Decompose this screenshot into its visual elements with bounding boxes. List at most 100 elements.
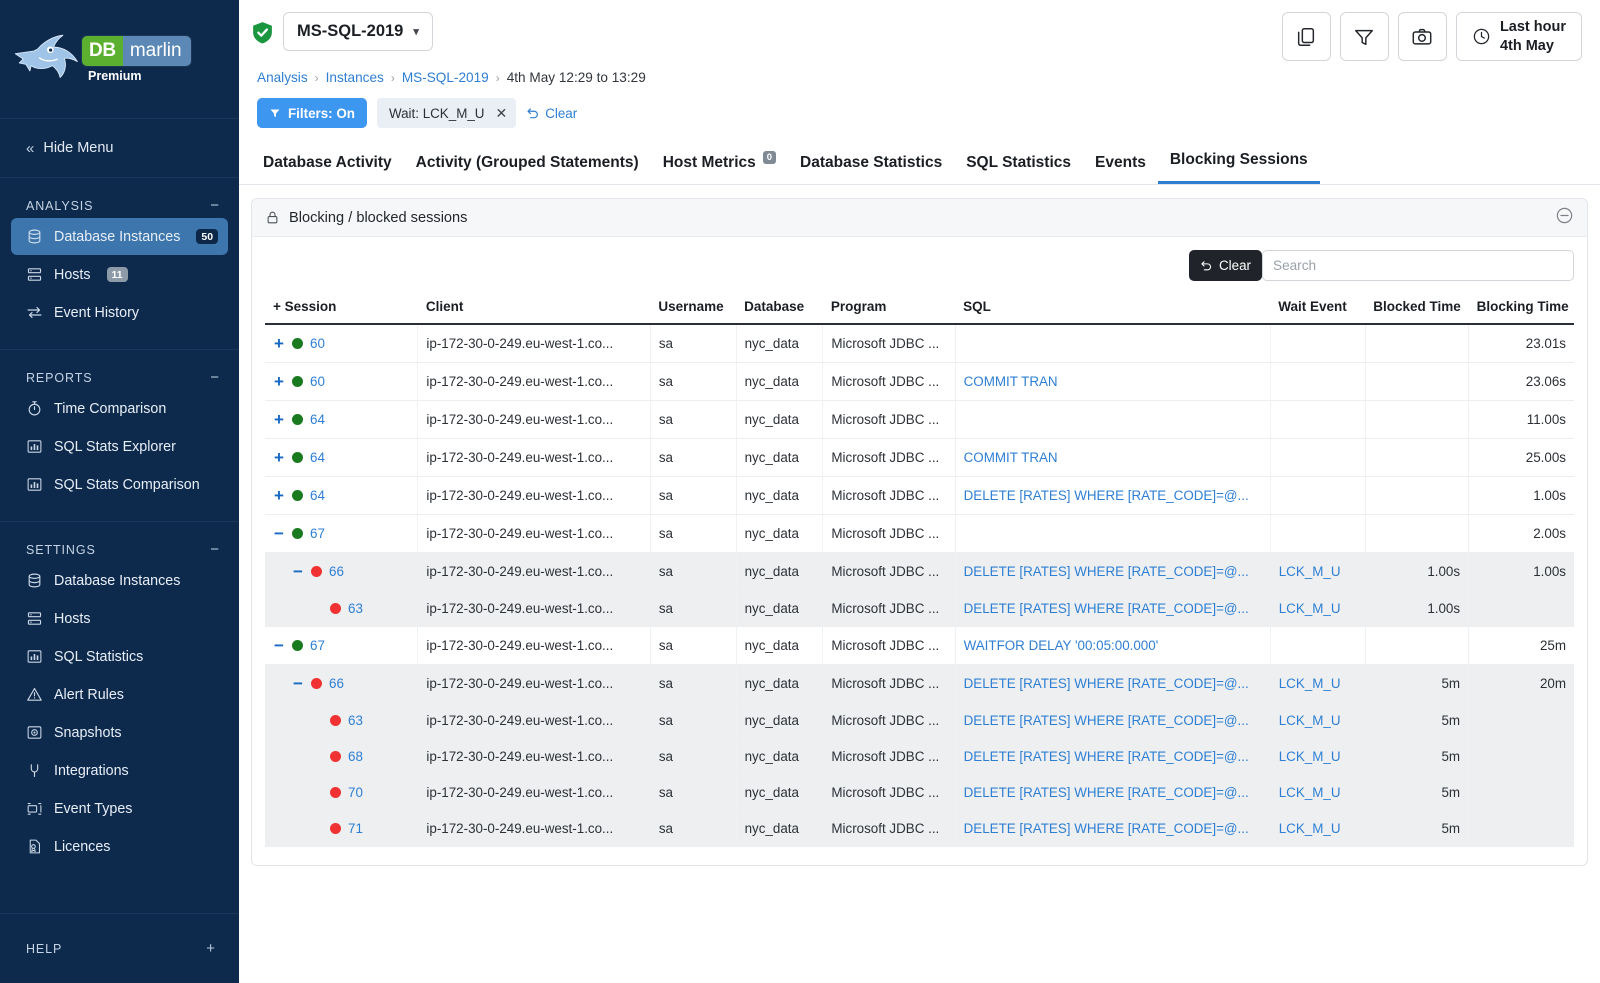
table-row[interactable]: 63ip-172-30-0-249.eu-west-1.co...sanyc_d… (265, 591, 1574, 627)
table-row[interactable]: −67ip-172-30-0-249.eu-west-1.co...sanyc_… (265, 515, 1574, 553)
table-row[interactable]: +64ip-172-30-0-249.eu-west-1.co...sanyc_… (265, 401, 1574, 439)
session-id-link[interactable]: 68 (348, 749, 363, 764)
close-icon[interactable]: ✕ (495, 105, 507, 122)
table-row[interactable]: +60ip-172-30-0-249.eu-west-1.co...sanyc_… (265, 324, 1574, 363)
column-header-session[interactable]: + Session (265, 293, 418, 324)
copy-button[interactable] (1282, 12, 1331, 61)
wait-event-cell[interactable]: LCK_M_U (1270, 775, 1365, 811)
section-collapse-toggle[interactable]: − (210, 198, 223, 213)
table-row[interactable]: 70ip-172-30-0-249.eu-west-1.co...sanyc_d… (265, 775, 1574, 811)
hide-menu-button[interactable]: « Hide Menu (0, 119, 239, 177)
sql-cell[interactable]: DELETE [RATES] WHERE [RATE_CODE]=@... (955, 591, 1270, 627)
sidebar-item-time-comparison[interactable]: Time Comparison (11, 390, 228, 427)
collapse-row-icon[interactable]: − (292, 675, 304, 692)
sidebar-item-event-types[interactable]: Event Types (11, 790, 228, 827)
sidebar-item-snapshots[interactable]: Snapshots (11, 714, 228, 751)
session-id-link[interactable]: 63 (348, 713, 363, 728)
instance-selector[interactable]: MS-SQL-2019 ▾ (283, 12, 433, 51)
sql-cell[interactable]: DELETE [RATES] WHERE [RATE_CODE]=@... (955, 665, 1270, 703)
column-header-blocking-time[interactable]: Blocking Time (1469, 293, 1574, 324)
tab-events[interactable]: Events (1083, 148, 1158, 184)
collapse-row-icon[interactable]: − (273, 525, 285, 542)
sql-cell[interactable]: DELETE [RATES] WHERE [RATE_CODE]=@... (955, 775, 1270, 811)
tab-blocking-sessions[interactable]: Blocking Sessions (1158, 145, 1320, 184)
search-input[interactable] (1262, 250, 1574, 281)
session-id-link[interactable]: 67 (310, 526, 325, 541)
help-expand-toggle[interactable]: + (206, 941, 219, 956)
table-row[interactable]: +64ip-172-30-0-249.eu-west-1.co...sanyc_… (265, 439, 1574, 477)
breadcrumb-item-0[interactable]: Analysis (257, 70, 308, 85)
table-row[interactable]: 68ip-172-30-0-249.eu-west-1.co...sanyc_d… (265, 739, 1574, 775)
session-id-link[interactable]: 64 (310, 450, 325, 465)
wait-event-cell[interactable]: LCK_M_U (1270, 665, 1365, 703)
sidebar-item-sql-stats-comparison[interactable]: SQL Stats Comparison (11, 466, 228, 503)
column-header-program[interactable]: Program (823, 293, 955, 324)
filters-on-button[interactable]: Filters: On (257, 98, 367, 128)
sidebar-item-sql-stats-explorer[interactable]: SQL Stats Explorer (11, 428, 228, 465)
expand-row-icon[interactable]: + (273, 449, 285, 466)
sql-cell[interactable]: DELETE [RATES] WHERE [RATE_CODE]=@... (955, 477, 1270, 515)
wait-event-cell[interactable]: LCK_M_U (1270, 703, 1365, 739)
session-id-link[interactable]: 63 (348, 601, 363, 616)
table-row[interactable]: 63ip-172-30-0-249.eu-west-1.co...sanyc_d… (265, 703, 1574, 739)
tab-database-activity[interactable]: Database Activity (251, 148, 404, 184)
tab-host-metrics[interactable]: Host Metrics0 (651, 148, 788, 184)
collapse-row-icon[interactable]: − (273, 637, 285, 654)
column-header-database[interactable]: Database (736, 293, 823, 324)
table-row[interactable]: +60ip-172-30-0-249.eu-west-1.co...sanyc_… (265, 363, 1574, 401)
sidebar-item-sql-statistics[interactable]: SQL Statistics (11, 638, 228, 675)
sidebar-item-licences[interactable]: Licences (11, 828, 228, 865)
wait-event-cell[interactable]: LCK_M_U (1270, 591, 1365, 627)
sidebar-help-section[interactable]: HELP + (0, 913, 239, 983)
table-row[interactable]: −67ip-172-30-0-249.eu-west-1.co...sanyc_… (265, 627, 1574, 665)
session-id-link[interactable]: 66 (329, 676, 344, 691)
sql-cell[interactable]: DELETE [RATES] WHERE [RATE_CODE]=@... (955, 811, 1270, 847)
sql-cell[interactable]: DELETE [RATES] WHERE [RATE_CODE]=@... (955, 703, 1270, 739)
time-range-button[interactable]: Last hour 4th May (1456, 12, 1582, 61)
session-id-link[interactable]: 64 (310, 488, 325, 503)
filter-chip-wait[interactable]: Wait: LCK_M_U ✕ (377, 98, 516, 128)
minus-circle-icon[interactable] (1555, 206, 1574, 230)
sidebar-item-integrations[interactable]: Integrations (11, 752, 228, 789)
sidebar-item-database-instances[interactable]: Database Instances50 (11, 218, 228, 255)
clear-filters-link[interactable]: Clear (526, 106, 577, 121)
clear-search-button[interactable]: Clear (1189, 250, 1262, 281)
sidebar-item-alert-rules[interactable]: Alert Rules (11, 676, 228, 713)
sidebar-item-hosts[interactable]: Hosts (11, 600, 228, 637)
sql-cell[interactable]: DELETE [RATES] WHERE [RATE_CODE]=@... (955, 739, 1270, 775)
table-row[interactable]: −66ip-172-30-0-249.eu-west-1.co...sanyc_… (265, 553, 1574, 591)
sql-cell[interactable]: COMMIT TRAN (955, 439, 1270, 477)
table-row[interactable]: −66ip-172-30-0-249.eu-west-1.co...sanyc_… (265, 665, 1574, 703)
expand-row-icon[interactable]: + (273, 487, 285, 504)
wait-event-cell[interactable]: LCK_M_U (1270, 553, 1365, 591)
section-collapse-toggle[interactable]: − (210, 542, 223, 557)
column-header-wait-event[interactable]: Wait Event (1270, 293, 1365, 324)
session-id-link[interactable]: 64 (310, 412, 325, 427)
expand-row-icon[interactable]: + (273, 411, 285, 428)
column-header-username[interactable]: Username (650, 293, 736, 324)
sidebar-item-event-history[interactable]: Event History (11, 294, 228, 331)
sidebar-item-database-instances[interactable]: Database Instances (11, 562, 228, 599)
expand-row-icon[interactable]: + (273, 335, 285, 352)
session-id-link[interactable]: 60 (310, 374, 325, 389)
sql-cell[interactable]: WAITFOR DELAY '00:05:00.000' (955, 627, 1270, 665)
session-id-link[interactable]: 67 (310, 638, 325, 653)
session-id-link[interactable]: 66 (329, 564, 344, 579)
sidebar-item-hosts[interactable]: Hosts11 (11, 256, 228, 293)
sql-cell[interactable]: DELETE [RATES] WHERE [RATE_CODE]=@... (955, 553, 1270, 591)
tab-sql-statistics[interactable]: SQL Statistics (954, 148, 1083, 184)
tab-activity-grouped-statements[interactable]: Activity (Grouped Statements) (404, 148, 651, 184)
table-row[interactable]: 71ip-172-30-0-249.eu-west-1.co...sanyc_d… (265, 811, 1574, 847)
table-row[interactable]: +64ip-172-30-0-249.eu-west-1.co...sanyc_… (265, 477, 1574, 515)
tab-database-statistics[interactable]: Database Statistics (788, 148, 954, 184)
wait-event-cell[interactable]: LCK_M_U (1270, 811, 1365, 847)
wait-event-cell[interactable]: LCK_M_U (1270, 739, 1365, 775)
breadcrumb-item-1[interactable]: Instances (326, 70, 384, 85)
session-id-link[interactable]: 71 (348, 821, 363, 836)
snapshot-button[interactable] (1398, 12, 1447, 61)
section-collapse-toggle[interactable]: − (210, 370, 223, 385)
column-header-sql[interactable]: SQL (955, 293, 1270, 324)
sql-cell[interactable]: COMMIT TRAN (955, 363, 1270, 401)
column-header-client[interactable]: Client (418, 293, 650, 324)
session-id-link[interactable]: 70 (348, 785, 363, 800)
